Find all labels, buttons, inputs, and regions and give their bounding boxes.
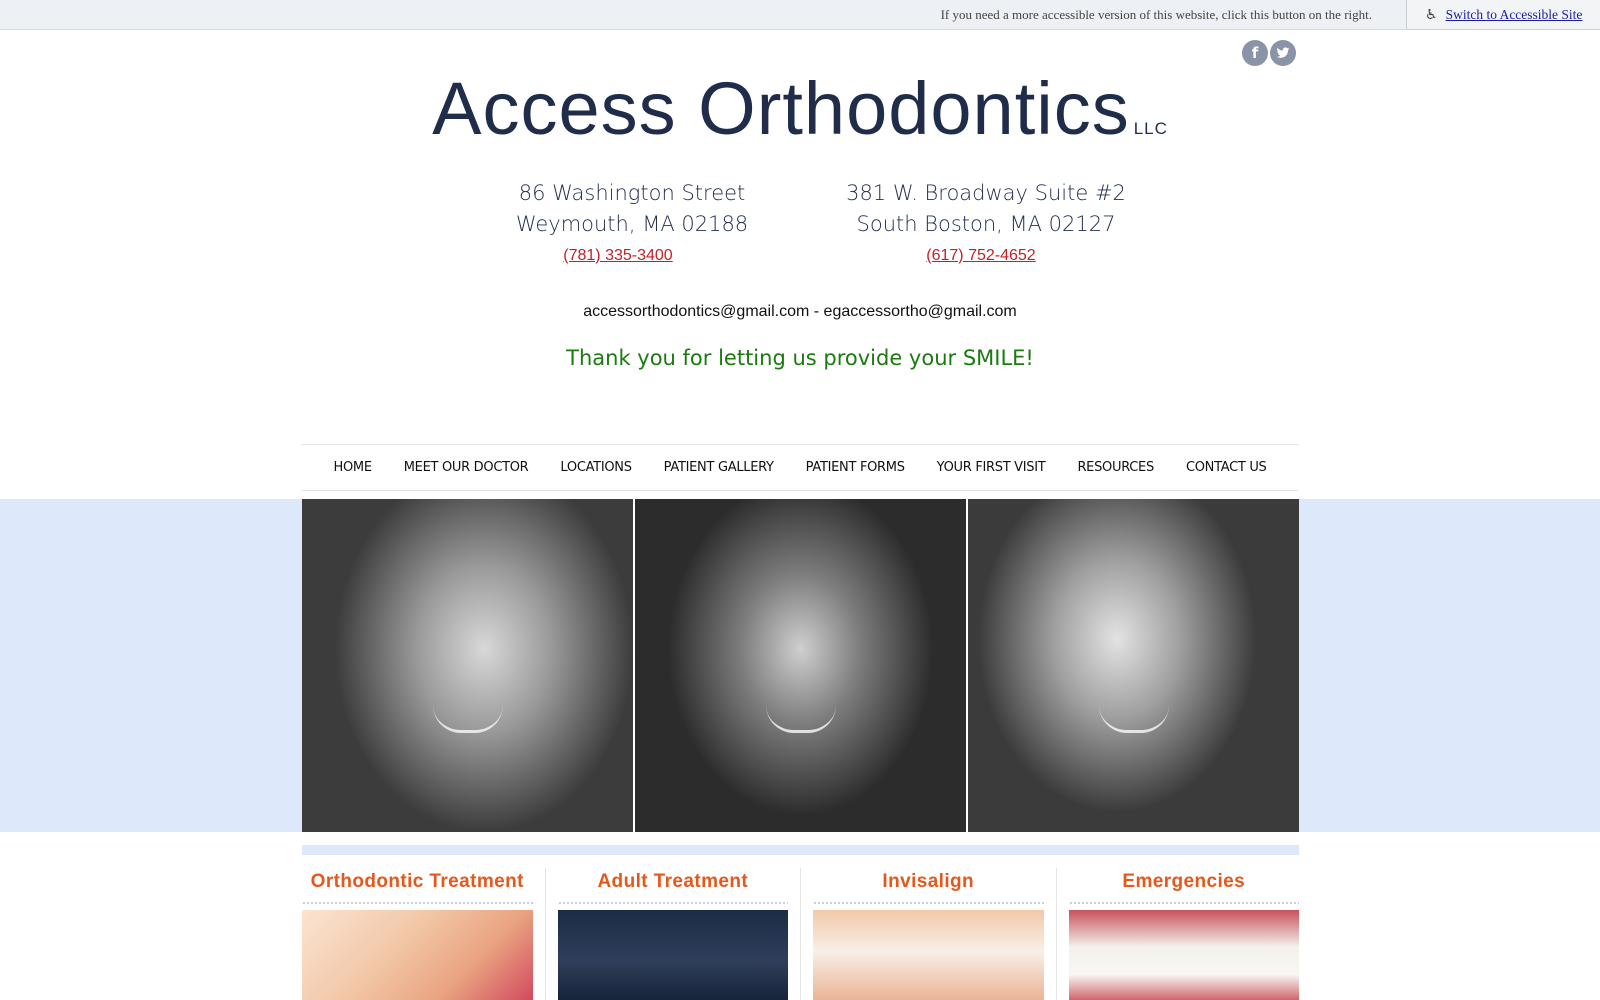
feature-columns: Orthodontic Treatment Adult Treatment In…: [302, 868, 1299, 1000]
dotted-divider: [302, 901, 533, 906]
feature-image[interactable]: [302, 910, 533, 1000]
feature-adult-treatment[interactable]: Adult Treatment: [546, 868, 801, 1000]
location-south-boston: 381 W. Broadway Suite #2 South Boston, M…: [836, 178, 1136, 240]
tagline: Thank you for letting us provide your SM…: [566, 346, 1034, 370]
nav-your-first-visit[interactable]: YOUR FIRST VISIT: [921, 460, 1062, 475]
nav-resources[interactable]: RESOURCES: [1061, 460, 1169, 475]
nav-contact-us[interactable]: CONTACT US: [1170, 460, 1283, 475]
switch-accessible-site-label: Switch to Accessible Site: [1445, 6, 1583, 22]
feature-title[interactable]: Invisalign: [813, 871, 1044, 893]
smile-shape: [1098, 705, 1169, 734]
feature-image[interactable]: [557, 910, 788, 1000]
twitter-icon[interactable]: [1270, 40, 1296, 66]
location-weymouth: 86 Washington Street Weymouth, MA 02188: [482, 178, 782, 240]
site-title-text: Access Orthodontics: [432, 67, 1130, 150]
nav-locations[interactable]: LOCATIONS: [544, 460, 647, 475]
smile-shape: [765, 705, 836, 734]
dotted-divider: [813, 901, 1044, 906]
nav-meet-our-doctor[interactable]: MEET OUR DOCTOR: [388, 460, 545, 475]
nav-home[interactable]: HOME: [318, 460, 388, 475]
hero-photo-woman-braces: [968, 499, 1299, 832]
feature-title[interactable]: Adult Treatment: [558, 871, 789, 893]
feature-orthodontic-treatment[interactable]: Orthodontic Treatment: [302, 868, 546, 1000]
phone-link-weymouth[interactable]: (781) 335-3400: [468, 247, 768, 265]
hero-photos: [302, 499, 1299, 832]
twitter-bird-glyph: [1276, 47, 1290, 58]
site-title-suffix: LLC: [1133, 119, 1168, 138]
nav-patient-forms[interactable]: PATIENT FORMS: [790, 460, 921, 475]
address-line2: Weymouth, MA 02188: [515, 212, 749, 236]
smile-shape: [432, 705, 503, 734]
main-nav: HOME MEET OUR DOCTOR LOCATIONS PATIENT G…: [302, 444, 1298, 491]
address-line2: South Boston, MA 02127: [856, 212, 1116, 236]
address-line1: 381 W. Broadway Suite #2: [846, 181, 1126, 205]
divider-strip: [302, 845, 1299, 855]
dotted-divider: [1068, 901, 1299, 906]
dotted-divider: [557, 901, 788, 906]
facebook-glyph: f: [1251, 44, 1259, 62]
feature-title[interactable]: Emergencies: [1069, 871, 1300, 893]
feature-invisalign[interactable]: Invisalign: [801, 868, 1057, 1000]
feature-image[interactable]: [1068, 910, 1299, 1000]
site-title: Access Orthodontics LLC: [0, 66, 1600, 151]
wheelchair-icon: ♿: [1425, 6, 1438, 23]
phone-link-south-boston[interactable]: (617) 752-4652: [831, 247, 1131, 265]
accessibility-message: If you need a more accessible version of…: [940, 7, 1372, 22]
feature-image[interactable]: [813, 910, 1044, 1000]
switch-accessible-site-button[interactable]: ♿ Switch to Accessible Site: [1406, 0, 1600, 30]
contact-emails: accessorthodontics@gmail.com - egaccesso…: [583, 303, 1017, 320]
facebook-icon[interactable]: f: [1242, 40, 1268, 66]
accessibility-bar: If you need a more accessible version of…: [0, 0, 1600, 30]
nav-patient-gallery[interactable]: PATIENT GALLERY: [648, 460, 790, 475]
hero-photo-girl-braces: [302, 499, 633, 832]
address-line1: 86 Washington Street: [518, 181, 746, 205]
social-links: f: [1242, 40, 1296, 66]
hero-photo-man-braces: [635, 499, 966, 832]
feature-title[interactable]: Orthodontic Treatment: [302, 871, 533, 893]
feature-emergencies[interactable]: Emergencies: [1057, 868, 1300, 1000]
